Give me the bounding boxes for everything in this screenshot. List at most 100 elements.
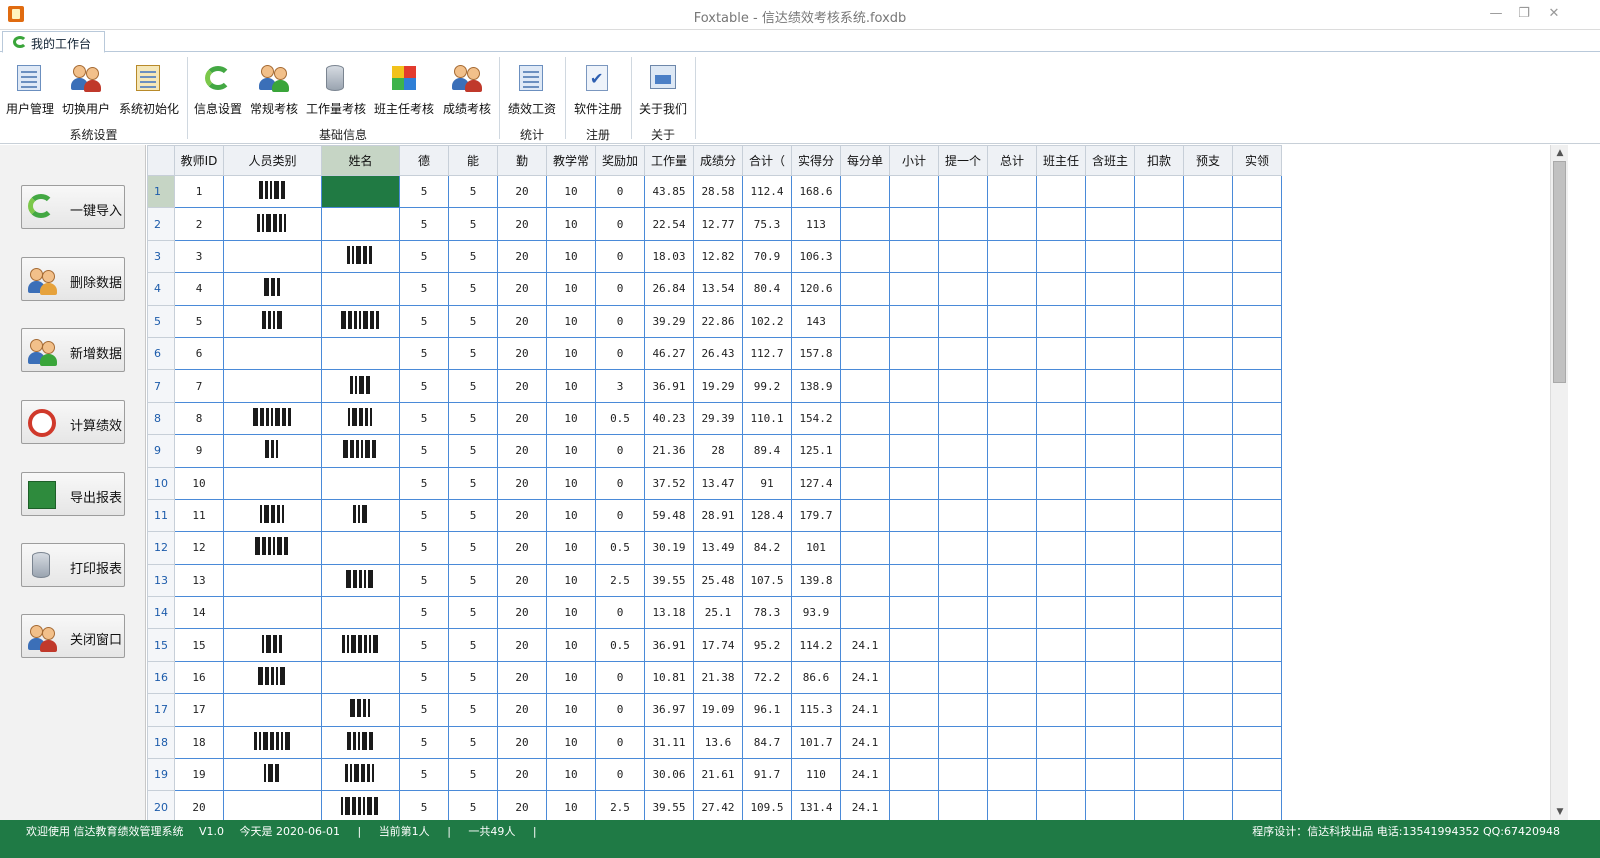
gzl-cell[interactable]: 59.48 [644,498,694,533]
jlj-cell[interactable]: 0 [595,174,645,209]
empty-cell[interactable] [1036,563,1086,598]
id-cell[interactable]: 19 [174,758,224,792]
category-cell[interactable] [223,336,322,371]
cjf-cell[interactable]: 28 [693,434,743,468]
mfd-cell[interactable]: 24.1 [840,790,890,820]
cjf-cell[interactable]: 21.61 [693,758,743,792]
mfd-cell[interactable] [840,434,890,468]
empty-cell[interactable] [1232,531,1282,565]
cjf-cell[interactable]: 28.58 [693,174,743,209]
category-cell[interactable] [223,758,322,792]
empty-cell[interactable] [938,758,988,792]
empty-cell[interactable] [938,466,988,500]
id-cell[interactable]: 17 [174,693,224,727]
column-header[interactable]: 含班主 [1085,145,1135,176]
mfd-cell[interactable] [840,272,890,306]
empty-cell[interactable] [1183,628,1233,662]
neng-cell[interactable]: 5 [448,498,498,533]
qin-cell[interactable]: 20 [497,693,547,727]
empty-cell[interactable] [938,174,988,209]
id-cell[interactable]: 8 [174,401,224,436]
table-row[interactable]: 16 16 5 5 20 10 0 10.81 21.38 72.2 86.6 24.1 [147,660,1282,695]
row-number[interactable]: 11 [147,498,175,533]
table-row[interactable]: 5 5 5 5 20 10 0 39.29 22.86 102.2 143 [147,304,1282,338]
empty-cell[interactable] [938,272,988,306]
empty-cell[interactable] [889,790,939,820]
empty-cell[interactable] [1036,336,1086,371]
empty-cell[interactable] [1232,369,1282,403]
qin-cell[interactable]: 20 [497,174,547,209]
empty-cell[interactable] [1036,758,1086,792]
empty-cell[interactable] [1036,660,1086,695]
empty-cell[interactable] [1134,174,1184,209]
mfd-cell[interactable]: 24.1 [840,660,890,695]
sdf-cell[interactable]: 110 [791,758,841,792]
neng-cell[interactable]: 5 [448,336,498,371]
cjf-cell[interactable]: 12.82 [693,239,743,274]
empty-cell[interactable] [1232,498,1282,533]
one-click-import-button[interactable]: 一键导入 [21,185,125,229]
de-cell[interactable]: 5 [399,336,449,371]
jxc-cell[interactable]: 10 [546,725,596,760]
empty-cell[interactable] [1085,693,1135,727]
hj-cell[interactable]: 75.3 [742,207,792,241]
empty-cell[interactable] [1036,725,1086,760]
mfd-cell[interactable]: 24.1 [840,758,890,792]
neng-cell[interactable]: 5 [448,725,498,760]
neng-cell[interactable]: 5 [448,563,498,598]
table-row[interactable]: 13 13 5 5 20 10 2.5 39.55 25.48 107.5 139.8 [147,563,1282,598]
empty-cell[interactable] [938,434,988,468]
gzl-cell[interactable]: 36.91 [644,369,694,403]
de-cell[interactable]: 5 [399,466,449,500]
category-cell[interactable] [223,239,322,274]
performance-salary-button[interactable]: 绩效工资 [504,62,560,122]
cjf-cell[interactable]: 27.42 [693,790,743,820]
empty-cell[interactable] [987,498,1037,533]
empty-cell[interactable] [1085,434,1135,468]
empty-cell[interactable] [987,596,1037,630]
mfd-cell[interactable] [840,596,890,630]
empty-cell[interactable] [1232,466,1282,500]
empty-cell[interactable] [938,401,988,436]
jlj-cell[interactable]: 0 [595,336,645,371]
sdf-cell[interactable]: 93.9 [791,596,841,630]
close-button[interactable]: ✕ [1542,4,1566,24]
empty-cell[interactable] [1134,725,1184,760]
column-header[interactable]: 班主任 [1036,145,1086,176]
data-grid[interactable]: 教师ID 人员类别 姓名德能勤教学常 奖励加 工作量 成绩分 合计（ 实得分 每分单 小计 提一个总… [147,145,1548,820]
gzl-cell[interactable]: 39.55 [644,790,694,820]
neng-cell[interactable]: 5 [448,239,498,274]
empty-cell[interactable] [987,725,1037,760]
empty-cell[interactable] [1183,207,1233,241]
empty-cell[interactable] [1134,660,1184,695]
hj-cell[interactable]: 109.5 [742,790,792,820]
empty-cell[interactable] [1134,336,1184,371]
de-cell[interactable]: 5 [399,239,449,274]
id-cell[interactable]: 14 [174,596,224,630]
sdf-cell[interactable]: 179.7 [791,498,841,533]
empty-cell[interactable] [1036,401,1086,436]
empty-cell[interactable] [889,466,939,500]
category-cell[interactable] [223,466,322,500]
row-number[interactable]: 13 [147,563,175,598]
neng-cell[interactable]: 5 [448,401,498,436]
hj-cell[interactable]: 80.4 [742,272,792,306]
empty-cell[interactable] [1183,563,1233,598]
table-row[interactable]: 12 12 5 5 20 10 0.5 30.19 13.49 84.2 101 [147,531,1282,565]
hj-cell[interactable]: 91 [742,466,792,500]
jlj-cell[interactable]: 2.5 [595,790,645,820]
mfd-cell[interactable]: 24.1 [840,725,890,760]
name-cell[interactable] [321,693,400,727]
column-header[interactable]: 德 [399,145,449,176]
qin-cell[interactable]: 20 [497,466,547,500]
hj-cell[interactable]: 70.9 [742,239,792,274]
headteacher-assessment-button[interactable]: 班主任考核 [372,62,436,122]
software-register-button[interactable]: 软件注册 [570,62,626,122]
cjf-cell[interactable]: 13.54 [693,272,743,306]
gzl-cell[interactable]: 26.84 [644,272,694,306]
cjf-cell[interactable]: 29.39 [693,401,743,436]
column-header[interactable]: 小计 [889,145,939,176]
category-cell[interactable] [223,725,322,760]
qin-cell[interactable]: 20 [497,434,547,468]
sdf-cell[interactable]: 101.7 [791,725,841,760]
